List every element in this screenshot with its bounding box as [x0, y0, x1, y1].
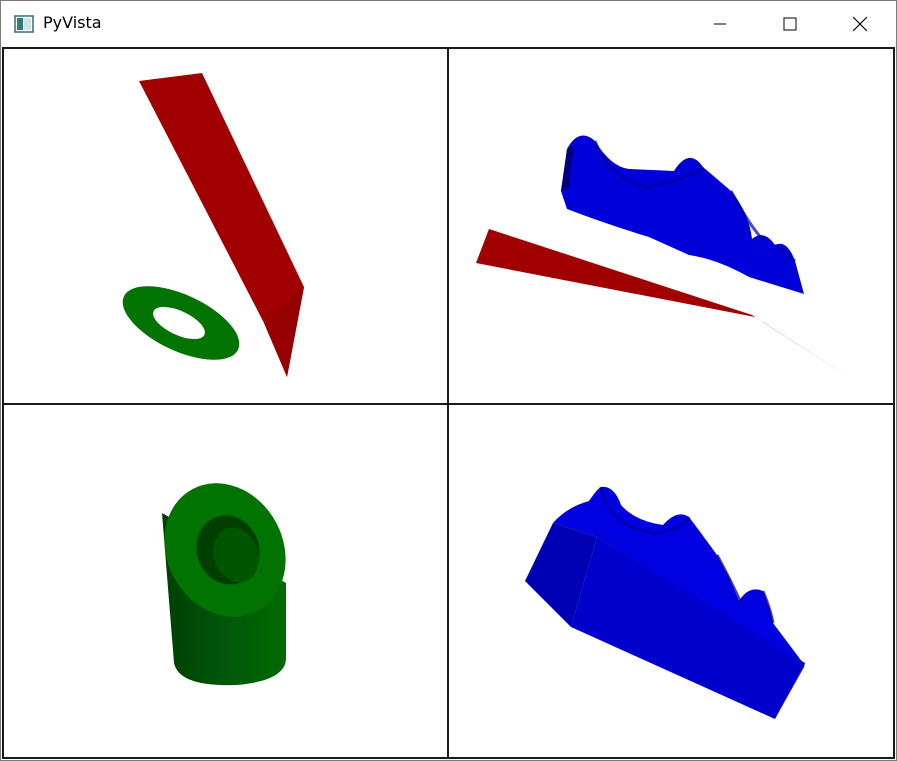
maximize-button[interactable]	[767, 1, 813, 47]
viewport-top-right[interactable]	[447, 47, 895, 405]
viewport-top-left[interactable]	[2, 47, 449, 405]
red-plane	[476, 229, 867, 389]
red-plane-tip	[752, 315, 867, 389]
viewport-bottom-right[interactable]	[447, 403, 895, 759]
window-title: PyVista	[43, 13, 102, 32]
close-icon	[852, 16, 868, 32]
maximize-icon	[783, 17, 797, 31]
close-button[interactable]	[837, 1, 883, 47]
title-bar[interactable]: PyVista	[1, 1, 896, 47]
minimize-button[interactable]	[697, 1, 743, 47]
pyvista-window: PyVista	[0, 0, 897, 761]
app-icon	[14, 15, 34, 33]
viewport-bottom-left[interactable]	[2, 403, 449, 759]
minimize-icon	[714, 23, 726, 25]
